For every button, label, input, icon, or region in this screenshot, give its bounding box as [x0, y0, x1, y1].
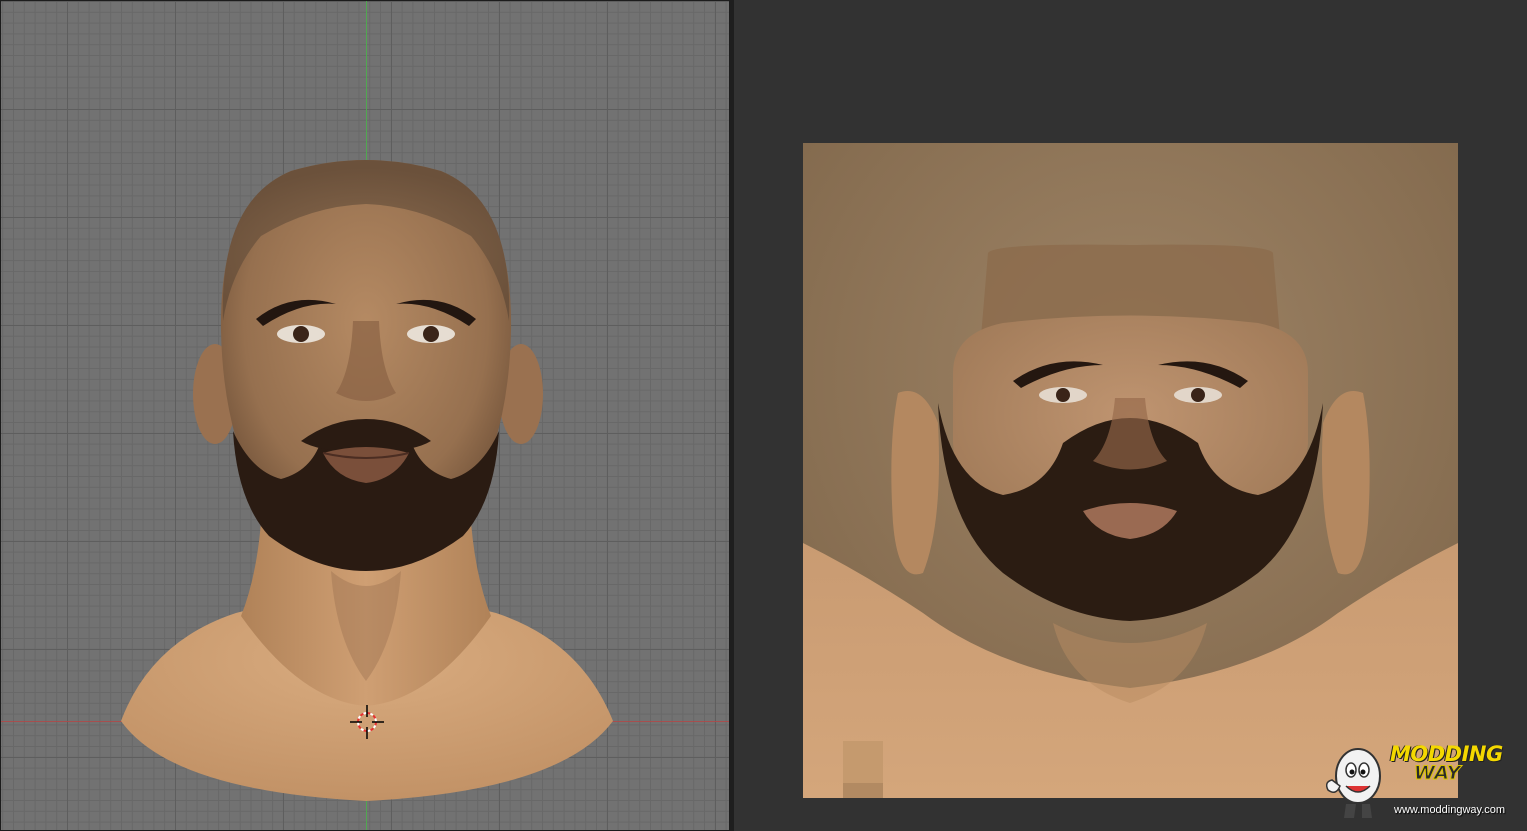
watermark-url: www.moddingway.com	[1394, 804, 1506, 816]
face-texture-image[interactable]	[803, 143, 1458, 798]
logo-word-way: WAY	[1414, 762, 1462, 785]
3d-cursor-icon[interactable]	[350, 705, 384, 739]
moddingway-watermark: MODDING WAY www.moddingway.com	[1322, 742, 1522, 824]
mascot-icon	[1325, 748, 1381, 818]
image-editor[interactable]	[734, 0, 1527, 831]
3d-viewport[interactable]	[0, 0, 730, 831]
